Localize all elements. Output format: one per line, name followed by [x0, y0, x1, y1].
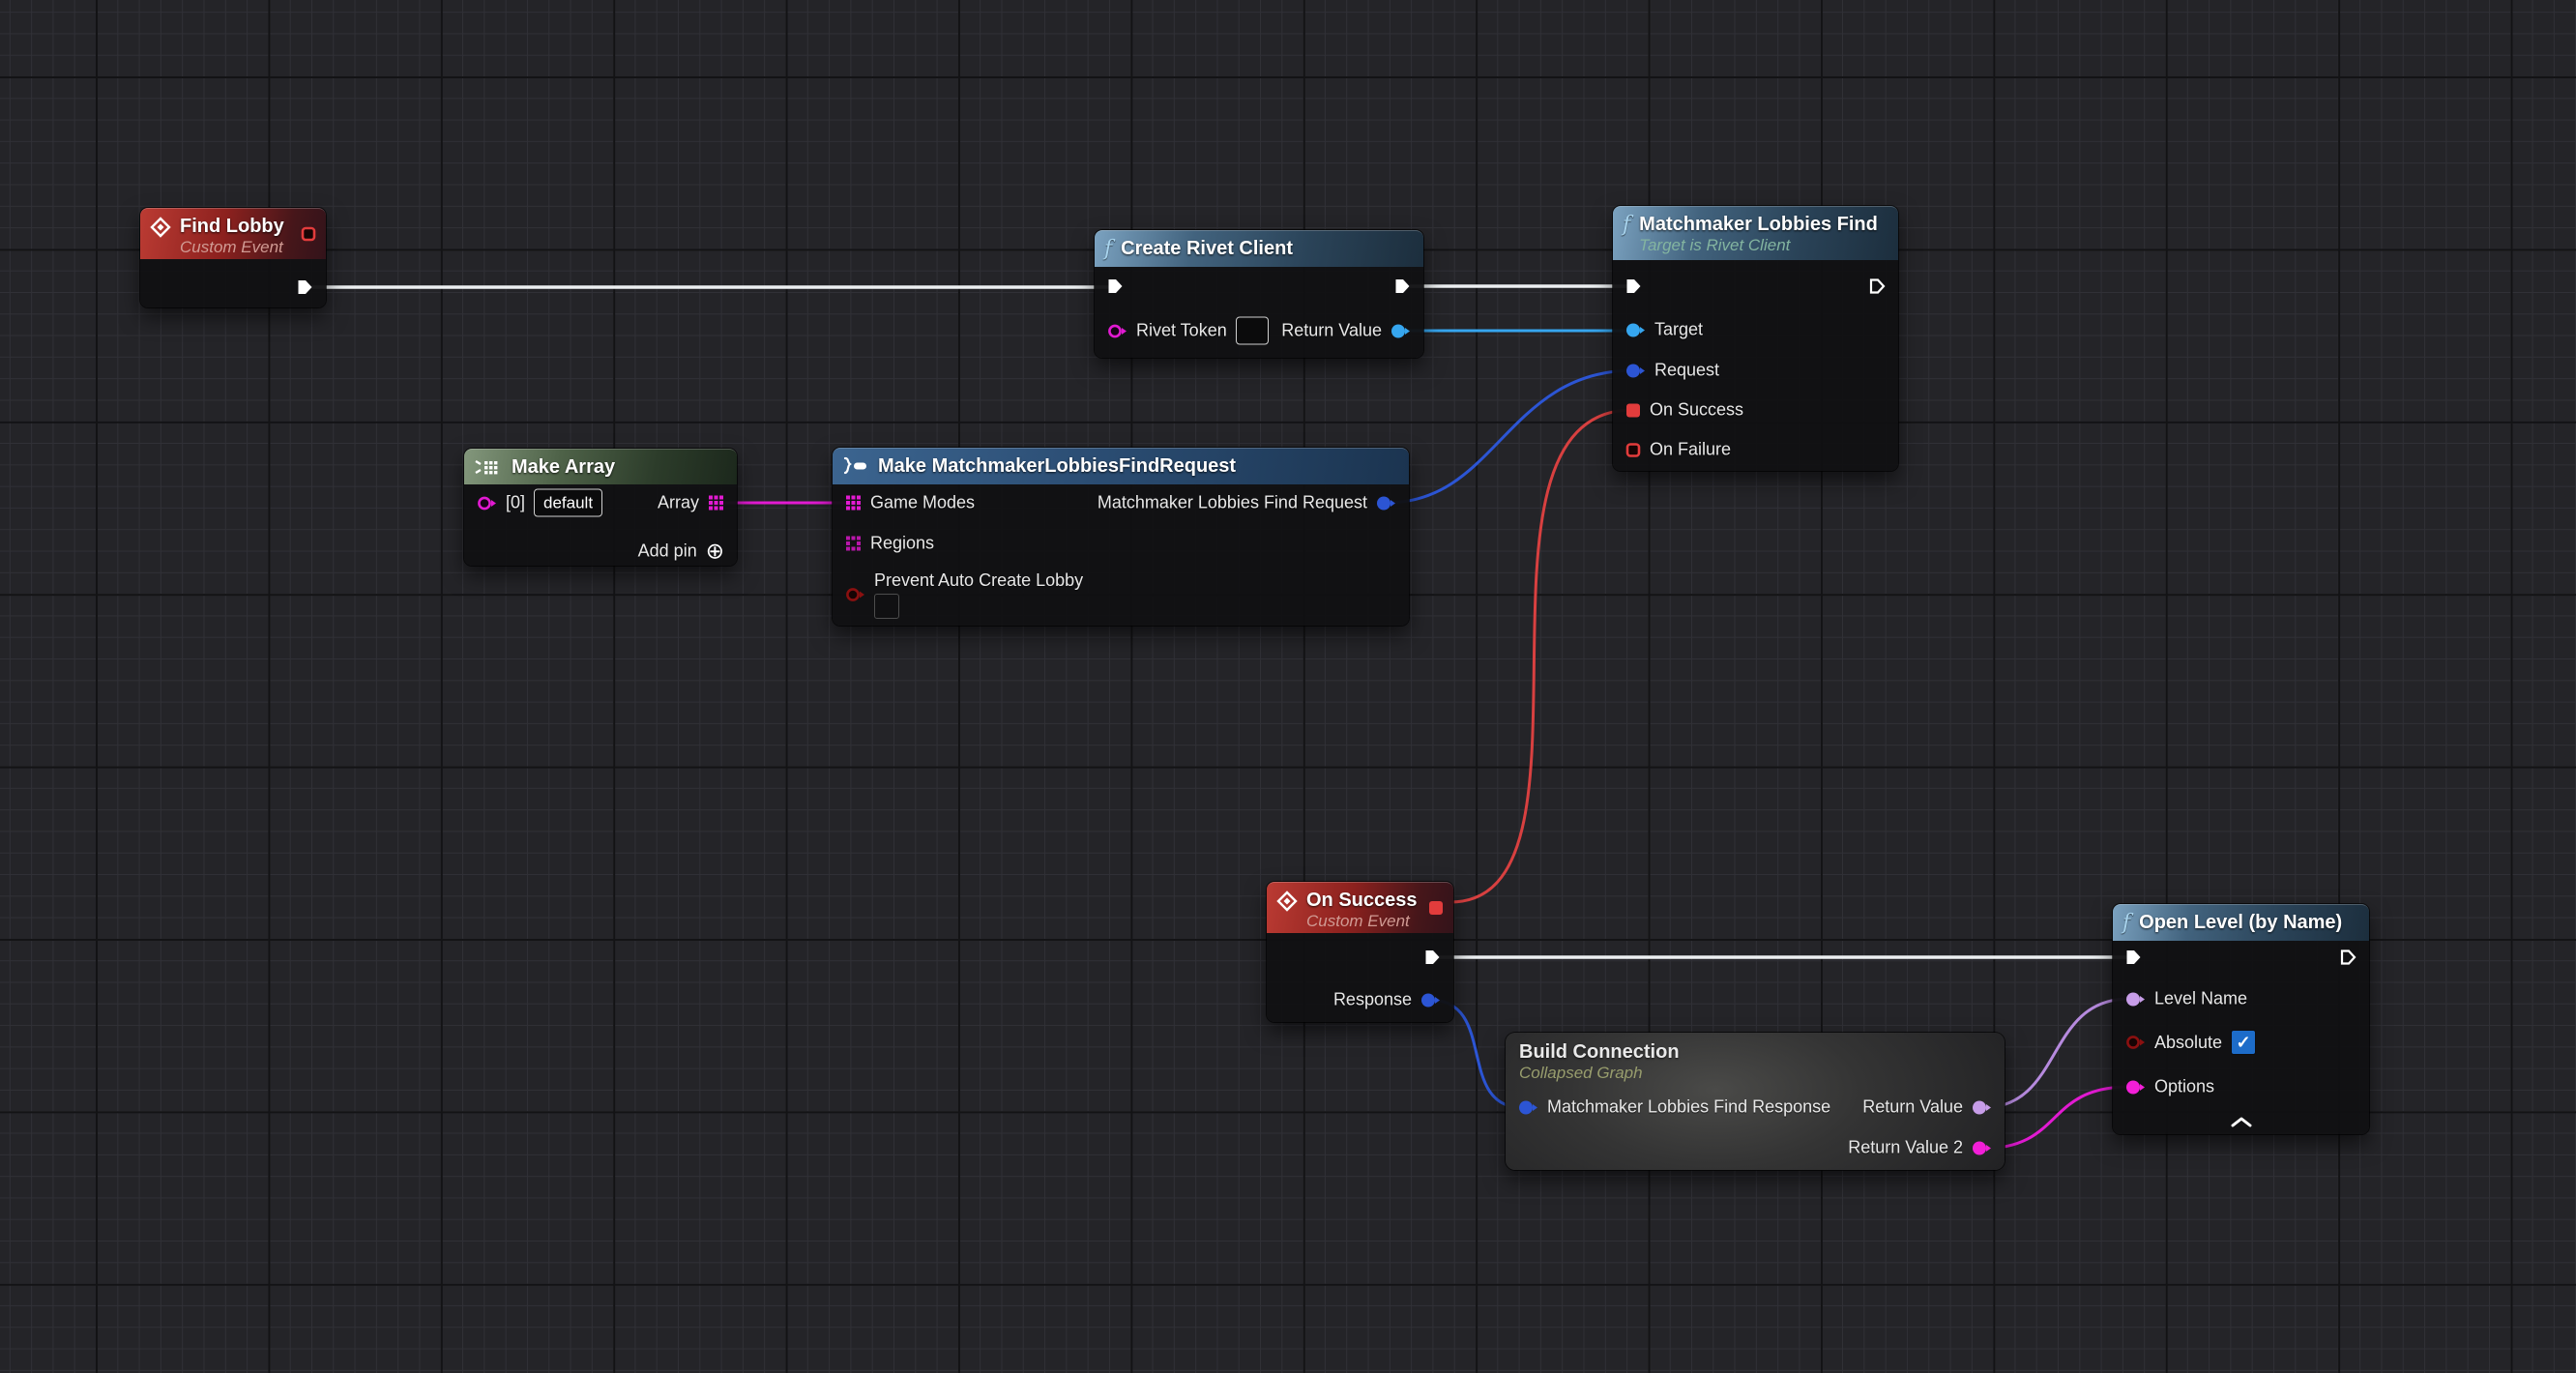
pin-label-prevent-auto-create-lobby: Prevent Auto Create Lobby — [874, 570, 1083, 591]
node-open-level[interactable]: f Open Level (by Name) Level Name Absolu… — [2113, 904, 2369, 1134]
exec-out-pin[interactable] — [1394, 278, 1411, 295]
function-icon: f — [1104, 239, 1112, 260]
node-title: Create Rivet Client — [1121, 238, 1293, 260]
pin-label-array: Array — [658, 493, 699, 513]
make-struct-icon — [842, 456, 869, 481]
node-matchmaker-lobbies-find[interactable]: f Matchmaker Lobbies Find Target is Rive… — [1613, 206, 1898, 471]
blueprint-graph-canvas[interactable]: Find Lobby Custom Event f Create Rivet C… — [0, 0, 2576, 1373]
node-make-matchmakerlobbiesfindrequest[interactable]: Make MatchmakerLobbiesFindRequest Game M… — [833, 448, 1409, 626]
exec-out-pin-unconnected[interactable] — [1869, 278, 1886, 295]
node-subtitle: Target is Rivet Client — [1639, 236, 1878, 254]
exec-out-pin[interactable] — [1424, 949, 1441, 966]
rivet-token-pin[interactable] — [1107, 323, 1127, 338]
pin-label-absolute: Absolute — [2154, 1033, 2222, 1053]
node-title: Find Lobby — [180, 216, 284, 238]
node-subtitle: Custom Event — [180, 238, 284, 256]
exec-in-pin[interactable] — [1625, 278, 1642, 295]
game-modes-pin[interactable] — [845, 495, 862, 511]
wire-delegate-onsuccess[interactable] — [1450, 410, 1632, 902]
pin-label-return-value: Return Value — [1281, 321, 1382, 341]
node-build-connection[interactable]: Build Connection Collapsed Graph Matchma… — [1506, 1033, 2005, 1170]
response-in-pin[interactable] — [1518, 1099, 1538, 1115]
node-title: On Success — [1306, 890, 1418, 912]
element-0-input[interactable]: default — [534, 489, 602, 517]
request-pin[interactable] — [1625, 363, 1646, 378]
delegate-pin-unconnected[interactable] — [301, 226, 316, 242]
pin-label-game-modes: Game Modes — [870, 493, 975, 513]
pin-label-level-name: Level Name — [2154, 989, 2247, 1009]
regions-pin-unconnected[interactable] — [845, 536, 862, 552]
node-title: Open Level (by Name) — [2139, 912, 2342, 934]
custom-event-icon — [1276, 891, 1298, 917]
node-create-rivet-client[interactable]: f Create Rivet Client Rivet Token Return… — [1095, 230, 1423, 358]
pin-label-response: Response — [1333, 990, 1412, 1010]
node-subtitle: Collapsed Graph — [1519, 1064, 1991, 1082]
node-on-success-event[interactable]: On Success Custom Event Response — [1267, 882, 1453, 1022]
add-pin-icon[interactable]: ⊕ — [706, 540, 724, 563]
target-pin[interactable] — [1625, 322, 1646, 337]
return-value-2-pin[interactable] — [1972, 1140, 1992, 1155]
on-success-delegate-pin[interactable] — [1625, 402, 1641, 418]
pin-label-options: Options — [2154, 1077, 2214, 1097]
pin-label-regions: Regions — [870, 534, 934, 554]
check-icon: ✓ — [2237, 1034, 2251, 1051]
function-icon: f — [1623, 215, 1630, 236]
level-name-pin[interactable] — [2125, 991, 2146, 1007]
node-make-array[interactable]: Make Array [0] default Array ⊕ Add pin — [464, 449, 737, 566]
absolute-checkbox[interactable]: ✓ — [2231, 1030, 2256, 1055]
return-value-pin[interactable] — [1390, 323, 1411, 338]
add-pin-label[interactable]: Add pin — [638, 541, 697, 562]
pin-label-on-failure: On Failure — [1650, 440, 1731, 460]
rivet-token-input[interactable] — [1236, 317, 1269, 345]
function-icon: f — [2122, 913, 2130, 934]
node-find-lobby[interactable]: Find Lobby Custom Event — [140, 208, 326, 307]
exec-out-pin[interactable] — [297, 279, 313, 296]
pin-label-return-value-2: Return Value 2 — [1848, 1138, 1963, 1158]
make-array-icon — [474, 457, 503, 482]
array-out-pin[interactable] — [708, 495, 724, 511]
options-pin[interactable] — [2125, 1079, 2146, 1095]
exec-out-pin-unconnected[interactable] — [2340, 949, 2356, 966]
array-element-0-pin[interactable] — [477, 495, 497, 511]
node-title: Matchmaker Lobbies Find — [1639, 214, 1878, 236]
pin-label-element-0: [0] — [506, 493, 525, 513]
node-title: Make MatchmakerLobbiesFindRequest — [878, 455, 1236, 478]
collapse-chevron-icon[interactable] — [2230, 1115, 2253, 1132]
response-pin[interactable] — [1420, 992, 1441, 1008]
wire-layer — [0, 0, 2576, 1373]
node-title: Make Array — [512, 456, 615, 479]
custom-event-icon — [150, 217, 171, 243]
pin-label-response-in: Matchmaker Lobbies Find Response — [1547, 1097, 1830, 1118]
node-subtitle: Custom Event — [1306, 912, 1418, 930]
exec-in-pin[interactable] — [1107, 278, 1124, 295]
exec-in-pin[interactable] — [2125, 949, 2142, 966]
pin-label-request: Request — [1654, 361, 1719, 381]
delegate-pin-connected[interactable] — [1428, 900, 1444, 916]
pin-label-on-success: On Success — [1650, 400, 1743, 421]
absolute-pin-unconnected[interactable] — [2125, 1035, 2146, 1050]
prevent-auto-create-lobby-checkbox[interactable] — [874, 594, 899, 619]
pin-label-return-value: Return Value — [1862, 1097, 1963, 1118]
return-value-pin[interactable] — [1972, 1099, 1992, 1115]
pin-label-request-out: Matchmaker Lobbies Find Request — [1098, 493, 1367, 513]
on-failure-delegate-pin-unconnected[interactable] — [1625, 442, 1641, 457]
prevent-auto-create-lobby-pin-unconnected[interactable] — [845, 587, 865, 602]
wire-request[interactable] — [1387, 370, 1634, 503]
pin-label-target: Target — [1654, 320, 1703, 340]
request-out-pin[interactable] — [1376, 495, 1396, 511]
pin-label-rivet-token: Rivet Token — [1136, 321, 1227, 341]
node-title: Build Connection — [1519, 1041, 1991, 1064]
